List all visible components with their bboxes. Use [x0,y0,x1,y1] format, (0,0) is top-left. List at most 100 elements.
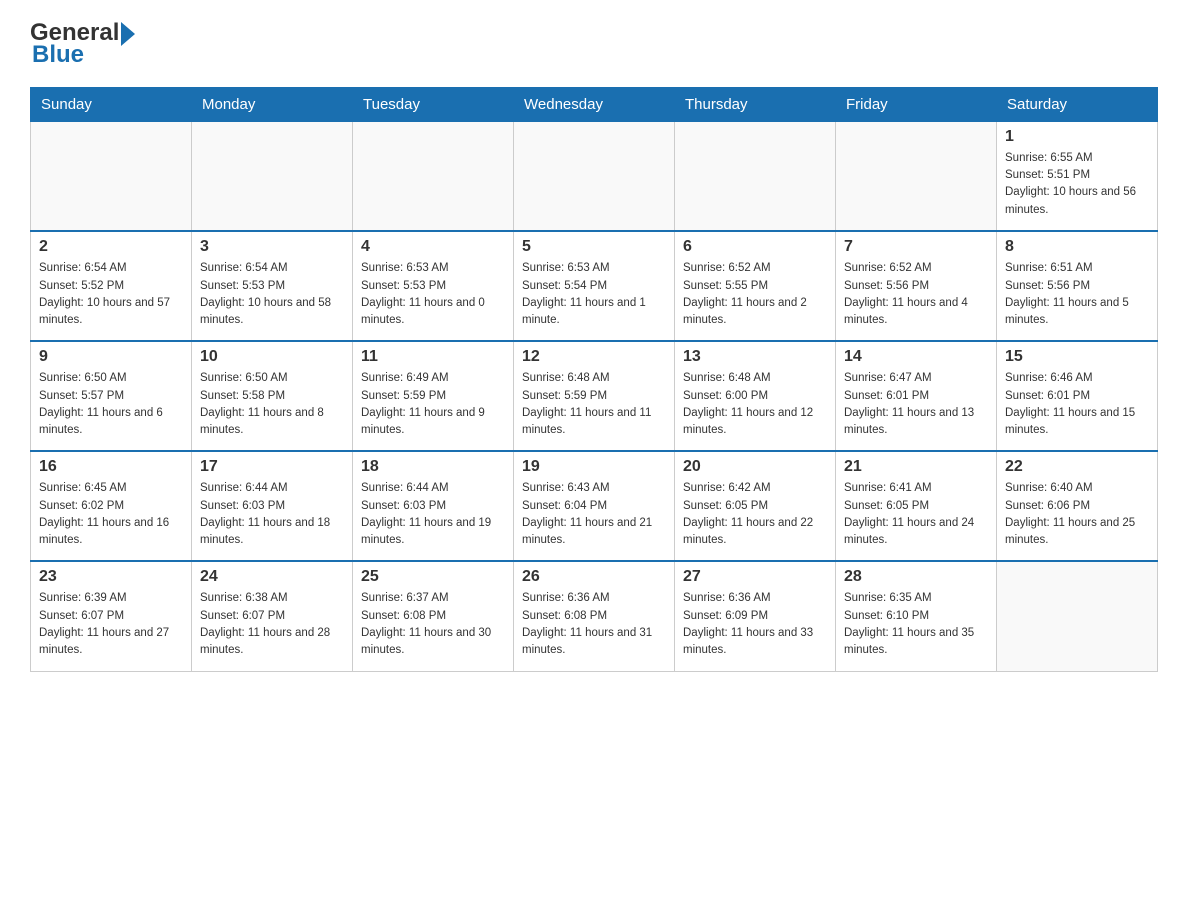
calendar-week-row: 1 Sunrise: 6:55 AMSunset: 5:51 PMDaylight… [31,121,1158,231]
day-info: Sunrise: 6:50 AMSunset: 5:58 PMDaylight:… [200,370,344,439]
day-number: 27 [683,568,827,586]
day-info: Sunrise: 6:36 AMSunset: 6:09 PMDaylight:… [683,590,827,659]
day-of-week-header: Saturday [997,87,1158,121]
day-info: Sunrise: 6:54 AMSunset: 5:52 PMDaylight:… [39,260,183,329]
day-number: 15 [1005,348,1149,366]
day-info: Sunrise: 6:43 AMSunset: 6:04 PMDaylight:… [522,480,666,549]
calendar-cell: 9 Sunrise: 6:50 AMSunset: 5:57 PMDaylight… [31,341,192,451]
calendar-cell: 8 Sunrise: 6:51 AMSunset: 5:56 PMDaylight… [997,231,1158,341]
day-number: 13 [683,348,827,366]
calendar-cell: 16 Sunrise: 6:45 AMSunset: 6:02 PMDayligh… [31,451,192,561]
calendar-cell [836,121,997,231]
day-number: 6 [683,238,827,256]
day-info: Sunrise: 6:52 AMSunset: 5:56 PMDaylight:… [844,260,988,329]
day-info: Sunrise: 6:53 AMSunset: 5:54 PMDaylight:… [522,260,666,329]
calendar-cell: 10 Sunrise: 6:50 AMSunset: 5:58 PMDayligh… [192,341,353,451]
logo-blue: Blue [32,41,84,68]
day-info: Sunrise: 6:48 AMSunset: 5:59 PMDaylight:… [522,370,666,439]
page-header: General Blue [30,20,1158,69]
day-info: Sunrise: 6:41 AMSunset: 6:05 PMDaylight:… [844,480,988,549]
day-info: Sunrise: 6:46 AMSunset: 6:01 PMDaylight:… [1005,370,1149,439]
calendar-cell: 5Sunrise: 6:53 AMSunset: 5:54 PMDaylight… [514,231,675,341]
calendar-cell: 26 Sunrise: 6:36 AMSunset: 6:08 PMDayligh… [514,561,675,671]
day-number: 23 [39,568,183,586]
day-info: Sunrise: 6:39 AMSunset: 6:07 PMDaylight:… [39,590,183,659]
day-info: Sunrise: 6:48 AMSunset: 6:00 PMDaylight:… [683,370,827,439]
day-number: 14 [844,348,988,366]
day-number: 18 [361,458,505,476]
day-info: Sunrise: 6:50 AMSunset: 5:57 PMDaylight:… [39,370,183,439]
calendar-cell: 19 Sunrise: 6:43 AMSunset: 6:04 PMDayligh… [514,451,675,561]
calendar-cell: 25 Sunrise: 6:37 AMSunset: 6:08 PMDayligh… [353,561,514,671]
calendar-week-row: 16 Sunrise: 6:45 AMSunset: 6:02 PMDayligh… [31,451,1158,561]
calendar-cell: 3 Sunrise: 6:54 AMSunset: 5:53 PMDaylight… [192,231,353,341]
day-number: 25 [361,568,505,586]
day-of-week-header: Thursday [675,87,836,121]
day-info: Sunrise: 6:45 AMSunset: 6:02 PMDaylight:… [39,480,183,549]
day-info: Sunrise: 6:44 AMSunset: 6:03 PMDaylight:… [361,480,505,549]
day-info: Sunrise: 6:55 AMSunset: 5:51 PMDaylight:… [1005,150,1149,219]
day-number: 16 [39,458,183,476]
day-info: Sunrise: 6:47 AMSunset: 6:01 PMDaylight:… [844,370,988,439]
calendar-cell: 18 Sunrise: 6:44 AMSunset: 6:03 PMDayligh… [353,451,514,561]
day-info: Sunrise: 6:42 AMSunset: 6:05 PMDaylight:… [683,480,827,549]
day-of-week-header: Sunday [31,87,192,121]
day-number: 11 [361,348,505,366]
day-info: Sunrise: 6:44 AMSunset: 6:03 PMDaylight:… [200,480,344,549]
calendar-cell: 15 Sunrise: 6:46 AMSunset: 6:01 PMDayligh… [997,341,1158,451]
calendar-table: SundayMondayTuesdayWednesdayThursdayFrid… [30,87,1158,672]
day-info: Sunrise: 6:51 AMSunset: 5:56 PMDaylight:… [1005,260,1149,329]
calendar-header-row: SundayMondayTuesdayWednesdayThursdayFrid… [31,87,1158,121]
day-info: Sunrise: 6:54 AMSunset: 5:53 PMDaylight:… [200,260,344,329]
day-number: 10 [200,348,344,366]
calendar-cell: 12 Sunrise: 6:48 AMSunset: 5:59 PMDayligh… [514,341,675,451]
calendar-cell [997,561,1158,671]
day-of-week-header: Wednesday [514,87,675,121]
day-number: 21 [844,458,988,476]
calendar-cell: 23 Sunrise: 6:39 AMSunset: 6:07 PMDayligh… [31,561,192,671]
day-number: 26 [522,568,666,586]
calendar-cell: 17 Sunrise: 6:44 AMSunset: 6:03 PMDayligh… [192,451,353,561]
day-number: 4 [361,238,505,256]
day-number: 22 [1005,458,1149,476]
calendar-week-row: 2 Sunrise: 6:54 AMSunset: 5:52 PMDaylight… [31,231,1158,341]
calendar-cell [514,121,675,231]
calendar-cell: 11 Sunrise: 6:49 AMSunset: 5:59 PMDayligh… [353,341,514,451]
day-of-week-header: Friday [836,87,997,121]
calendar-cell [31,121,192,231]
day-number: 24 [200,568,344,586]
calendar-cell [353,121,514,231]
calendar-cell: 24 Sunrise: 6:38 AMSunset: 6:07 PMDayligh… [192,561,353,671]
day-number: 20 [683,458,827,476]
day-number: 8 [1005,238,1149,256]
day-number: 2 [39,238,183,256]
calendar-cell: 22Sunrise: 6:40 AMSunset: 6:06 PMDayligh… [997,451,1158,561]
day-info: Sunrise: 6:49 AMSunset: 5:59 PMDaylight:… [361,370,505,439]
calendar-cell [675,121,836,231]
day-info: Sunrise: 6:53 AMSunset: 5:53 PMDaylight:… [361,260,505,329]
calendar-cell: 21 Sunrise: 6:41 AMSunset: 6:05 PMDayligh… [836,451,997,561]
logo-arrow-icon [121,22,135,46]
calendar-cell: 1 Sunrise: 6:55 AMSunset: 5:51 PMDaylight… [997,121,1158,231]
day-info: Sunrise: 6:38 AMSunset: 6:07 PMDaylight:… [200,590,344,659]
day-number: 12 [522,348,666,366]
day-of-week-header: Monday [192,87,353,121]
calendar-cell: 28 Sunrise: 6:35 AMSunset: 6:10 PMDayligh… [836,561,997,671]
calendar-cell: 13 Sunrise: 6:48 AMSunset: 6:00 PMDayligh… [675,341,836,451]
day-info: Sunrise: 6:37 AMSunset: 6:08 PMDaylight:… [361,590,505,659]
calendar-week-row: 23 Sunrise: 6:39 AMSunset: 6:07 PMDayligh… [31,561,1158,671]
day-number: 1 [1005,128,1149,146]
day-number: 17 [200,458,344,476]
calendar-week-row: 9 Sunrise: 6:50 AMSunset: 5:57 PMDaylight… [31,341,1158,451]
day-number: 3 [200,238,344,256]
logo: General Blue [30,20,135,69]
day-number: 28 [844,568,988,586]
calendar-cell: 20 Sunrise: 6:42 AMSunset: 6:05 PMDayligh… [675,451,836,561]
calendar-cell [192,121,353,231]
day-info: Sunrise: 6:36 AMSunset: 6:08 PMDaylight:… [522,590,666,659]
day-info: Sunrise: 6:35 AMSunset: 6:10 PMDaylight:… [844,590,988,659]
day-number: 9 [39,348,183,366]
day-number: 19 [522,458,666,476]
calendar-cell: 4 Sunrise: 6:53 AMSunset: 5:53 PMDaylight… [353,231,514,341]
day-of-week-header: Tuesday [353,87,514,121]
